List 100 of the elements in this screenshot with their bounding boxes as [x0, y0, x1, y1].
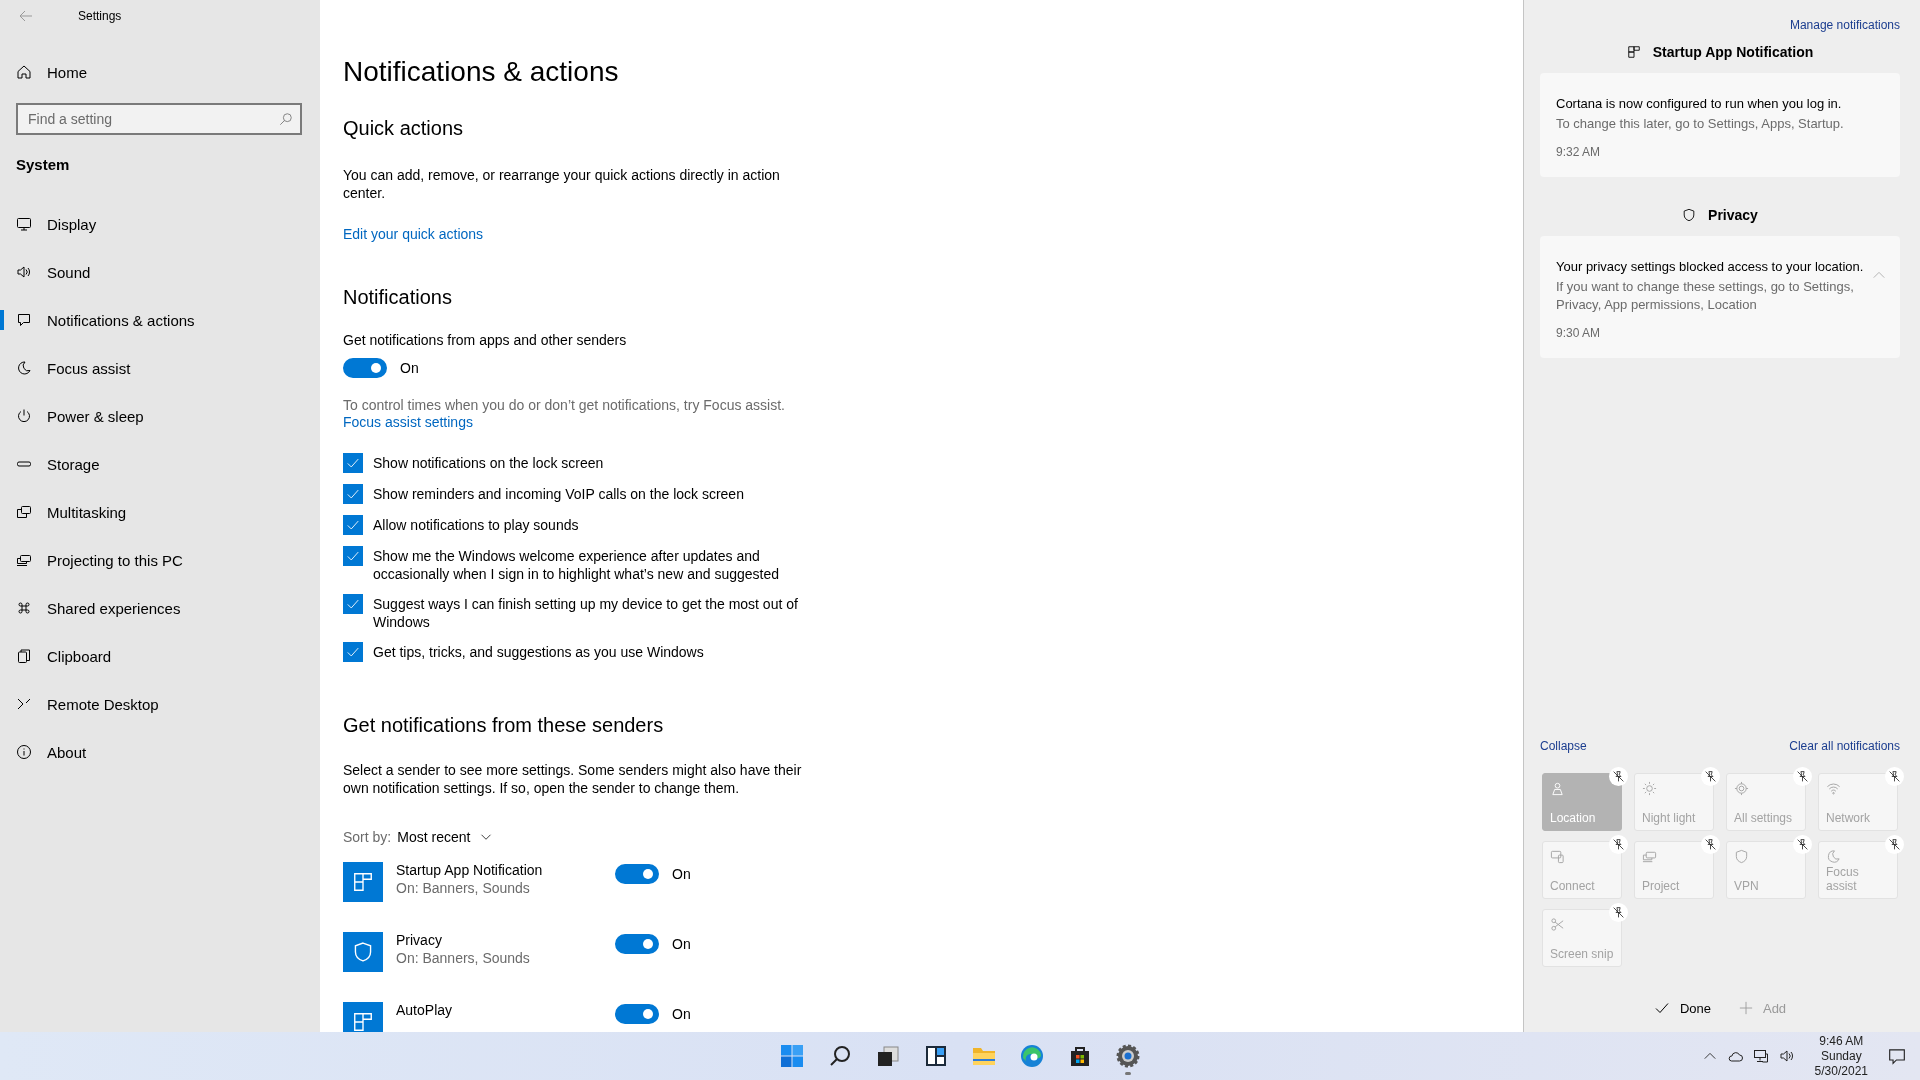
nav-item[interactable]: Remote Desktop [0, 680, 320, 728]
description: You can add, remove, or rearrange your quick actions directly in action center. [343, 166, 781, 202]
edit-quick-actions-link[interactable]: Edit your quick actions [343, 226, 484, 242]
unpin-icon[interactable] [1609, 903, 1628, 922]
sender-name[interactable]: Startup App Notification [396, 862, 615, 878]
checkbox[interactable] [343, 642, 363, 662]
nav-item[interactable]: Notifications & actions [0, 296, 320, 344]
unpin-icon[interactable] [1793, 767, 1812, 786]
unpin-icon[interactable] [1885, 767, 1904, 786]
notification-body: If you want to change these settings, go to Settings, Privacy, App permissions, Location [1556, 278, 1855, 314]
nav-item[interactable]: Sound [0, 248, 320, 296]
notification-card[interactable]: Your privacy settings blocked access to your location. If you want to change these settings, go to Settings, Privacy, App permissions, Location 9:30 AM [1540, 236, 1900, 358]
checkbox[interactable] [343, 515, 363, 535]
check-icon [346, 487, 360, 501]
wifi-icon [1826, 781, 1841, 796]
unpin-icon[interactable] [1793, 835, 1812, 854]
option-label: Allow notifications to play sounds [373, 516, 580, 534]
notification-time: 9:32 AM [1556, 144, 1602, 161]
manage-notifications-link[interactable]: Manage notifications [1789, 18, 1900, 32]
search-icon [279, 112, 293, 126]
clear-all-link[interactable]: Clear all notifications [1789, 739, 1900, 753]
toggle-state: On [672, 1006, 691, 1022]
toggle-switch[interactable] [615, 934, 659, 954]
checkbox[interactable] [343, 594, 363, 614]
shield-icon [1734, 849, 1749, 864]
moon-icon [16, 360, 32, 376]
devices-icon [1550, 849, 1565, 864]
sun-icon [1642, 781, 1657, 796]
toggle-switch[interactable] [343, 358, 387, 378]
home-item[interactable]: Home [0, 48, 320, 96]
option-label: Get tips, tricks, and suggestions as you use Windows [373, 643, 705, 661]
nav-item[interactable]: Projecting to this PC [0, 536, 320, 584]
nav-item[interactable]: Power & sleep [0, 392, 320, 440]
option-label: Show me the Windows welcome experience after updates and occasionally when I sign in to highlight what’s new and suggested [373, 547, 780, 583]
check-icon [346, 597, 360, 611]
option-label: Suggest ways I can finish setting up my device to get the most out of Windows [373, 595, 799, 631]
toggle-state: On [672, 866, 691, 882]
notification-card[interactable]: Cortana is now configured to run when you log in. To change this later, go to Settings, Apps, Startup. 9:32 AM [1540, 73, 1900, 177]
browser-icon [1020, 1044, 1044, 1068]
scissors-icon [1550, 917, 1565, 932]
clock[interactable]: 9:46 AM Sunday 5/30/2021 [1814, 1033, 1868, 1079]
sort-dropdown[interactable]: Most recent [397, 829, 493, 845]
search-icon [829, 1045, 851, 1067]
toggle-switch[interactable] [615, 1004, 659, 1024]
moon-icon [1826, 849, 1841, 864]
checkbox[interactable] [343, 546, 363, 566]
speaker-icon [1778, 1048, 1795, 1064]
back-arrow-icon [18, 8, 34, 24]
check-icon [1653, 1000, 1670, 1016]
done-button[interactable]: Done [1653, 1000, 1711, 1016]
windows-logo-icon [781, 1045, 803, 1067]
toggle-switch[interactable] [615, 864, 659, 884]
unpin-icon[interactable] [1701, 835, 1720, 854]
description: Select a sender to see more settings. Some senders might also have their own notification settings. If so, open the sender to change them. [343, 761, 803, 797]
shield-icon [1682, 208, 1697, 222]
person-icon [1550, 781, 1565, 796]
unpin-icon[interactable] [1885, 835, 1904, 854]
nav-item[interactable]: Shared experiences [0, 584, 320, 632]
app-name: Privacy [1708, 207, 1758, 223]
nav-item[interactable]: Storage [0, 440, 320, 488]
checkbox[interactable] [343, 484, 363, 504]
section-heading: Quick actions [343, 116, 465, 141]
option-label: Show notifications on the lock screen [373, 454, 605, 472]
sender-detail: On: Banners, Sounds [396, 880, 531, 896]
tiles-icon [352, 871, 374, 893]
section-heading: Get notifications from these senders [343, 713, 665, 738]
focus-assist-link[interactable]: Focus assist settings [343, 414, 473, 430]
nav-item[interactable]: Multitasking [0, 488, 320, 536]
nav-item[interactable]: About [0, 728, 320, 776]
clipboard-icon [16, 648, 32, 664]
nav-item[interactable]: Clipboard [0, 632, 320, 680]
widgets-icon [925, 1045, 947, 1067]
tiles-icon [352, 1011, 374, 1032]
sort-label: Sort by: [343, 829, 392, 845]
search-field[interactable]: Find a setting [16, 103, 302, 135]
app-name: Startup App Notification [1652, 44, 1814, 60]
network-icon [1752, 1048, 1769, 1064]
notification-title: Cortana is now configured to run when you log in. [1556, 95, 1843, 113]
option-label: Show reminders and incoming VoIP calls on the lock screen [373, 485, 745, 503]
unpin-icon[interactable] [1609, 835, 1628, 854]
unpin-icon[interactable] [1701, 767, 1720, 786]
check-icon [346, 549, 360, 563]
speech-bubble-icon [16, 312, 32, 328]
hint-text: To control times when you do or don’t get notifications, try Focus assist. [343, 396, 786, 414]
collapse-link[interactable]: Collapse [1540, 739, 1587, 753]
toggle-state: On [672, 936, 691, 952]
sender-name[interactable]: AutoPlay [396, 1002, 615, 1018]
nav-item[interactable]: Focus assist [0, 344, 320, 392]
sender-name[interactable]: Privacy [396, 932, 615, 948]
home-icon [16, 64, 32, 80]
monitor-icon [16, 216, 32, 232]
shield-icon [352, 941, 374, 963]
notification-body: To change this later, go to Settings, Apps, Startup. [1556, 115, 1845, 133]
folder-icon [972, 1045, 996, 1067]
setting-label: Get notifications from apps and other senders [343, 332, 628, 348]
unpin-icon[interactable] [1609, 767, 1628, 786]
checkbox[interactable] [343, 453, 363, 473]
command-key-icon [16, 600, 32, 616]
task-view-icon [877, 1045, 899, 1067]
nav-item[interactable]: Display [0, 200, 320, 248]
